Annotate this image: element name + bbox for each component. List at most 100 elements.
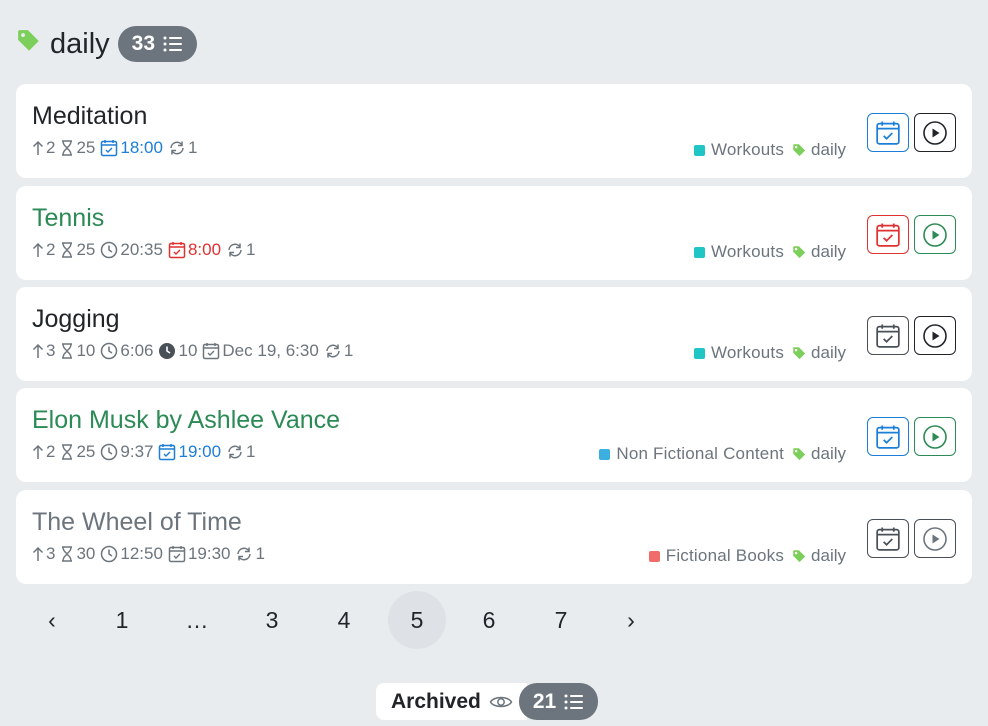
calendar-check-icon xyxy=(159,444,176,461)
time-spent-value: 6:06 xyxy=(120,341,154,360)
archived-toggle[interactable]: Archived 21 xyxy=(376,683,599,720)
task-tags: Fictional Books daily xyxy=(648,546,846,566)
task-name[interactable]: Jogging xyxy=(32,305,120,333)
task-meta: 2 25 20:35 8:00 1 xyxy=(32,240,261,260)
repeat-value: 1 xyxy=(255,544,265,563)
label-name: daily xyxy=(811,444,846,463)
task-tags: Workouts daily xyxy=(693,242,846,262)
start-timer-button[interactable] xyxy=(914,519,956,558)
repeat: 1 xyxy=(168,138,197,158)
due-date-overdue: 8:00 xyxy=(168,240,221,260)
project-name: Workouts xyxy=(710,140,785,159)
schedule-button[interactable] xyxy=(867,215,909,254)
schedule-button[interactable] xyxy=(867,113,909,152)
project-tag[interactable]: Workouts xyxy=(693,140,785,160)
project-color-swatch xyxy=(648,550,660,562)
task-name[interactable]: The Wheel of Time xyxy=(32,508,242,536)
repeat-value: 1 xyxy=(246,442,256,461)
archived-count: 21 xyxy=(532,689,557,713)
start-timer-button[interactable] xyxy=(914,113,956,152)
schedule-button[interactable] xyxy=(867,417,909,456)
time-spent: 12:50 xyxy=(100,544,163,564)
start-timer-button[interactable] xyxy=(914,215,956,254)
task-count-badge[interactable]: 33 xyxy=(117,26,198,62)
project-tag[interactable]: Non Fictional Content xyxy=(599,444,784,464)
label-tag[interactable]: daily xyxy=(792,343,846,363)
page-3[interactable]: 3 xyxy=(243,591,301,649)
page-5-current[interactable]: 5 xyxy=(388,591,446,649)
project-color-swatch xyxy=(693,144,705,156)
label-tag[interactable]: daily xyxy=(792,140,846,160)
task-name[interactable]: Meditation xyxy=(32,102,147,130)
estimate: 30 xyxy=(60,544,95,564)
repeat-value: 1 xyxy=(343,341,354,360)
task-count: 33 xyxy=(131,32,156,55)
task-card-meditation[interactable]: Meditation 2 25 18:00 1 Workouts daily xyxy=(16,84,972,178)
project-tag[interactable]: Workouts xyxy=(693,242,784,262)
due-value: 19:30 xyxy=(187,544,231,563)
page-header: daily 33 xyxy=(16,25,198,63)
task-card-elon-musk[interactable]: Elon Musk by Ashlee Vance 2 25 9:37 19:0… xyxy=(16,388,972,482)
prev-page-button[interactable]: ‹ xyxy=(23,591,81,649)
priority-value: 2 xyxy=(46,138,56,157)
task-tags: Workouts daily xyxy=(693,140,846,160)
calendar-check-icon xyxy=(876,424,900,449)
label-name: daily xyxy=(811,140,846,159)
calendar-check-icon xyxy=(168,242,186,259)
page-1[interactable]: 1 xyxy=(93,591,151,649)
play-icon xyxy=(923,424,947,449)
estimate-value: 25 xyxy=(76,138,96,157)
play-icon xyxy=(923,222,947,247)
label-tag[interactable]: daily xyxy=(792,242,846,262)
repeat-icon xyxy=(228,445,242,459)
hourglass-icon xyxy=(62,546,73,562)
clock-filled-icon xyxy=(159,343,176,359)
next-page-button[interactable]: › xyxy=(602,591,660,649)
play-icon xyxy=(923,526,947,551)
start-timer-button[interactable] xyxy=(914,316,956,355)
priority-arrow-icon xyxy=(32,343,44,358)
time-spent: 6:06 xyxy=(100,341,153,361)
priority-value: 2 xyxy=(46,240,56,259)
page-7[interactable]: 7 xyxy=(532,591,590,649)
archived-count-badge[interactable]: 21 xyxy=(518,683,599,720)
schedule-button[interactable] xyxy=(867,316,909,355)
label-tag[interactable]: daily xyxy=(792,444,846,464)
task-name[interactable]: Elon Musk by Ashlee Vance xyxy=(32,406,340,434)
tag-icon xyxy=(793,549,806,562)
repeat: 1 xyxy=(226,442,256,462)
estimate: 25 xyxy=(60,138,95,158)
repeat-value: 1 xyxy=(187,138,198,157)
task-card-jogging[interactable]: Jogging 3 10 6:06 10 Dec 19, 6:30 1 Work… xyxy=(16,287,972,381)
schedule-button[interactable] xyxy=(867,519,909,558)
start-timer-button[interactable] xyxy=(914,417,956,456)
page-4[interactable]: 4 xyxy=(315,591,373,649)
task-meta: 3 10 6:06 10 Dec 19, 6:30 1 xyxy=(32,341,358,361)
project-color-swatch xyxy=(599,448,611,460)
project-name: Workouts xyxy=(710,343,785,362)
task-meta: 3 30 12:50 19:30 1 xyxy=(32,544,270,564)
label-name: daily xyxy=(811,546,846,565)
task-meta: 2 25 18:00 1 xyxy=(32,138,202,158)
time-spent: 20:35 xyxy=(100,240,163,260)
label-name: daily xyxy=(811,343,846,362)
due-value: 18:00 xyxy=(120,138,163,157)
project-name: Fictional Books xyxy=(665,546,785,565)
clock-icon xyxy=(101,241,118,259)
project-tag[interactable]: Fictional Books xyxy=(648,546,785,566)
task-card-tennis[interactable]: Tennis 2 25 20:35 8:00 1 Workouts daily xyxy=(16,186,972,280)
archived-button[interactable]: Archived xyxy=(376,683,527,720)
clock-icon xyxy=(101,443,118,461)
repeat-icon xyxy=(170,141,184,155)
task-card-wheel-of-time[interactable]: The Wheel of Time 3 30 12:50 19:30 1 Fic… xyxy=(16,490,972,584)
page-ellipsis[interactable]: … xyxy=(168,591,226,649)
calendar-check-icon xyxy=(876,526,900,551)
label-tag[interactable]: daily xyxy=(792,546,846,566)
clock-icon xyxy=(101,545,118,563)
task-tags: Workouts daily xyxy=(693,343,846,363)
page-6[interactable]: 6 xyxy=(460,591,518,649)
project-tag[interactable]: Workouts xyxy=(693,343,785,363)
task-name[interactable]: Tennis xyxy=(32,204,104,232)
clock-icon xyxy=(101,342,118,360)
due-date: 18:00 xyxy=(100,138,163,158)
